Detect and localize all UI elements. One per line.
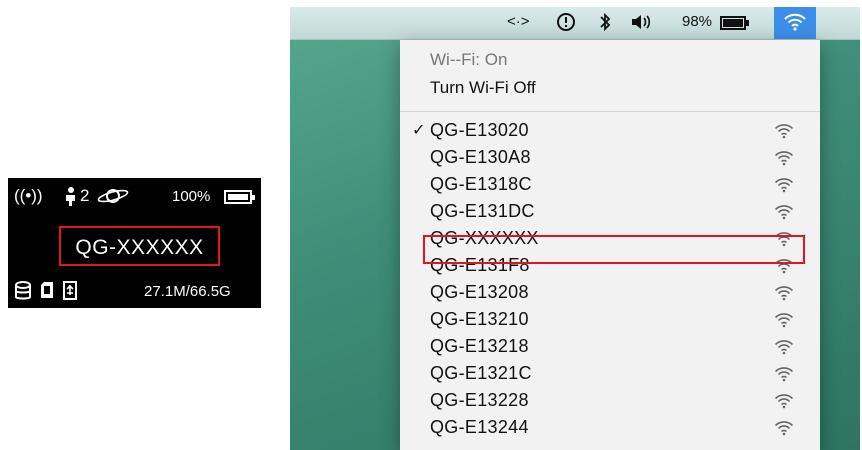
database-icon	[14, 281, 32, 301]
wifi-signal-icon	[774, 366, 794, 382]
network-name: QG-E131DC	[430, 201, 535, 221]
wifi-signal-icon	[774, 150, 794, 166]
volume-icon[interactable]	[630, 13, 652, 31]
device-battery-percent: 100%	[172, 188, 211, 205]
device-bottom-bar: 27.1M/66.5G	[14, 281, 255, 303]
bluetooth-icon[interactable]	[599, 12, 611, 32]
wifi-status-label: Wi--Fi: On	[430, 50, 508, 69]
connected-users-icon	[62, 186, 78, 206]
wifi-signal-icon	[774, 339, 794, 355]
sd-card-icon	[40, 281, 54, 299]
network-item[interactable]: QG-E1318C	[400, 172, 820, 199]
wifi-icon	[784, 13, 806, 31]
menubar-battery-icon[interactable]	[720, 16, 750, 30]
wifi-dropdown-menu: Wi--Fi: On Turn Wi-Fi Off ✓ QG-E13020 QG-E…	[400, 40, 820, 450]
device-ssid: QG-XXXXXX	[75, 236, 204, 259]
network-count: 2	[80, 186, 90, 205]
network-item[interactable]: QG-E1321C	[400, 361, 820, 388]
wifi-menu-button[interactable]	[774, 7, 816, 39]
network-item[interactable]: QG-E131DC	[400, 199, 820, 226]
network-item[interactable]: QG-E130A8	[400, 145, 820, 172]
wifi-signal-icon	[774, 312, 794, 328]
network-item[interactable]: QG-E13228	[400, 388, 820, 415]
mac-desktop: <·> 98% Wi--Fi: On Turn Wi-Fi Off ✓ QG-E1…	[290, 7, 860, 450]
device-display: ((•)) 2 100% QG-XXXXXX 27.1M/66.5G	[8, 178, 261, 308]
internet-globe-icon	[96, 186, 130, 206]
turn-wifi-off-item[interactable]: Turn Wi-Fi Off	[430, 78, 536, 98]
network-item[interactable]: QG-E13208	[400, 280, 820, 307]
menu-separator	[400, 111, 820, 112]
network-item[interactable]: QG-E13210	[400, 307, 820, 334]
network-name: QG-E130A8	[430, 147, 531, 167]
network-arrows-icon[interactable]: <·>	[507, 13, 530, 30]
network-item[interactable]: QG-E13218	[400, 334, 820, 361]
network-name: QG-E1318C	[430, 174, 532, 194]
device-status-bar: ((•)) 2 100%	[14, 186, 255, 208]
device-storage-usage: 27.1M/66.5G	[144, 283, 231, 300]
network-name: QG-E13244	[430, 417, 529, 437]
wifi-signal-icon	[774, 420, 794, 436]
menubar-battery-percent[interactable]: 98%	[682, 13, 712, 30]
network-item[interactable]: QG-E13244	[400, 415, 820, 442]
menu-bar: <·> 98%	[290, 7, 860, 40]
checkmark-icon: ✓	[412, 122, 426, 139]
network-name: QG-E13020	[430, 120, 529, 140]
ssid-highlight-box: QG-XXXXXX	[59, 226, 220, 266]
network-item[interactable]: ✓ QG-E13020	[400, 118, 820, 145]
network-name: QG-E1321C	[430, 363, 532, 383]
network-name: QG-E13218	[430, 336, 529, 356]
network-name: QG-E13228	[430, 390, 529, 410]
usb-icon	[62, 281, 78, 301]
wifi-signal-icon	[774, 393, 794, 409]
wifi-signal-icon	[774, 177, 794, 193]
network-name: QG-E13208	[430, 282, 529, 302]
network-highlight-box	[423, 235, 805, 264]
signal-broadcast-icon: ((•))	[14, 186, 43, 205]
battery-icon	[224, 190, 255, 204]
wifi-signal-icon	[774, 285, 794, 301]
time-machine-icon[interactable]	[555, 11, 577, 33]
wifi-signal-icon	[774, 123, 794, 139]
network-name: QG-E13210	[430, 309, 529, 329]
wifi-signal-icon	[774, 204, 794, 220]
